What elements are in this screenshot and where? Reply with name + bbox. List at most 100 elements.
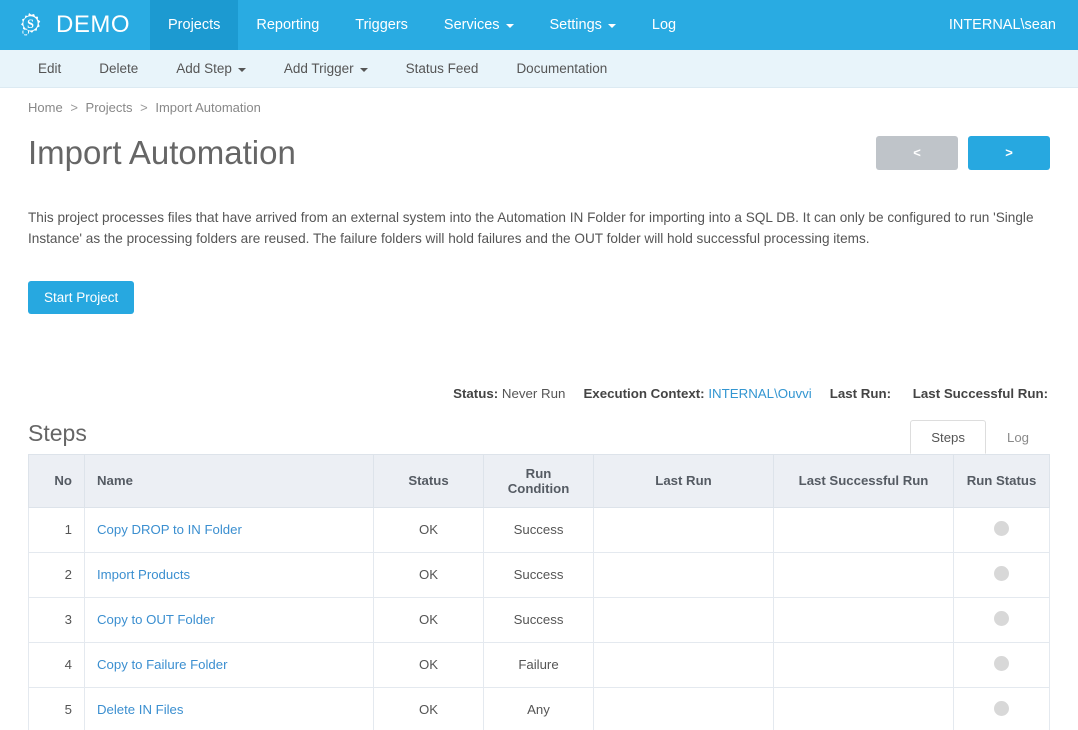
step-link[interactable]: Import Products [97, 567, 190, 582]
project-status-line: Status: Never Run Execution Context: INTE… [28, 386, 1050, 401]
execution-context-group: Execution Context: INTERNAL\Ouvvi [583, 386, 811, 401]
cell-no: 4 [28, 641, 85, 688]
cell-run-status [953, 506, 1050, 553]
steps-header: Steps Steps Log [28, 419, 1050, 454]
table-row: 1 Copy DROP to IN Folder OK Success [28, 506, 1050, 553]
cell-condition: Success [483, 551, 594, 598]
cell-no: 5 [28, 686, 85, 730]
column-header-run-condition[interactable]: Run Condition [483, 453, 594, 508]
toolbar-label: Documentation [516, 61, 608, 76]
top-navbar: S DEMO Projects Reporting Triggers Servi… [0, 0, 1078, 50]
start-project-button[interactable]: Start Project [28, 280, 135, 314]
cell-run-status [953, 596, 1050, 643]
brand-logo[interactable]: S [0, 0, 52, 50]
column-header-no[interactable]: No [28, 453, 85, 508]
breadcrumb-item-projects[interactable]: Projects [86, 100, 133, 115]
cell-status: OK [373, 551, 484, 598]
cell-condition: Success [483, 596, 594, 643]
previous-project-button[interactable]: < [876, 135, 958, 170]
page-title: Import Automation [28, 134, 296, 171]
current-user[interactable]: INTERNAL\sean [949, 0, 1078, 50]
brand-title[interactable]: DEMO [52, 0, 150, 50]
cell-name: Copy DROP to IN Folder [84, 506, 374, 553]
cell-condition: Failure [483, 641, 594, 688]
steps-table-head: No Name Status Run Condition Last Run La… [28, 453, 1050, 508]
tab-steps[interactable]: Steps [910, 419, 986, 454]
table-row: 2 Import Products OK Success [28, 551, 1050, 598]
nav-item-projects[interactable]: Projects [150, 0, 239, 50]
cell-no: 2 [28, 551, 85, 598]
column-header-name[interactable]: Name [84, 453, 374, 508]
nav-item-reporting[interactable]: Reporting [238, 0, 337, 50]
last-run-label: Last Run: [829, 385, 892, 401]
last-successful-run-label: Last Successful Run: [912, 385, 1048, 401]
toolbar-label: Add Step [176, 61, 232, 76]
steps-log-tabs: Steps Log [910, 419, 1050, 454]
step-link[interactable]: Delete IN Files [97, 702, 183, 717]
nav-item-triggers[interactable]: Triggers [337, 0, 426, 50]
cell-status: OK [373, 506, 484, 553]
chevron-down-icon [237, 67, 246, 72]
steps-table-body: 1 Copy DROP to IN Folder OK Success 2 Im… [28, 506, 1050, 730]
step-link[interactable]: Copy to Failure Folder [97, 657, 227, 672]
toolbar-item-edit[interactable]: Edit [28, 61, 80, 76]
status-label: Status: [453, 385, 499, 401]
cell-status: OK [373, 596, 484, 643]
secondary-toolbar: Edit Delete Add Step Add Trigger Status … [0, 50, 1078, 88]
toolbar-item-add-trigger[interactable]: Add Trigger [265, 61, 387, 76]
toolbar-item-add-step[interactable]: Add Step [157, 61, 265, 76]
tab-log[interactable]: Log [986, 420, 1050, 454]
nav-item-log[interactable]: Log [634, 0, 694, 50]
breadcrumb-separator: > [140, 100, 148, 115]
cell-name: Import Products [84, 551, 374, 598]
project-description: This project processes files that have a… [28, 209, 1034, 246]
breadcrumb-separator: > [70, 100, 78, 115]
toolbar-item-delete[interactable]: Delete [80, 61, 157, 76]
page-header: Import Automation < > [28, 121, 1050, 173]
column-header-run-status[interactable]: Run Status [953, 453, 1050, 508]
cell-run-status [953, 551, 1050, 598]
breadcrumb: Home > Projects > Import Automation [28, 88, 1050, 121]
toolbar-item-status-feed[interactable]: Status Feed [387, 61, 498, 76]
column-header-status[interactable]: Status [373, 453, 484, 508]
run-status-indicator-icon [994, 610, 1009, 626]
execution-context-label: Execution Context: [583, 385, 705, 401]
toolbar-item-documentation[interactable]: Documentation [497, 61, 626, 76]
column-header-last-successful-run[interactable]: Last Successful Run [773, 453, 954, 508]
toolbar-label: Edit [38, 61, 62, 76]
gear-s-logo-icon: S [21, 13, 41, 36]
last-successful-run-group: Last Successful Run: [913, 386, 1048, 401]
status-value: Never Run [501, 385, 566, 401]
next-project-button[interactable]: > [968, 135, 1050, 170]
cell-name: Delete IN Files [84, 686, 374, 730]
cell-last-run [593, 596, 774, 643]
steps-table: No Name Status Run Condition Last Run La… [28, 453, 1050, 730]
table-row: 4 Copy to Failure Folder OK Failure [28, 641, 1050, 688]
execution-context-value[interactable]: INTERNAL\Ouvvi [708, 386, 811, 401]
cell-status: OK [373, 641, 484, 688]
primary-nav: Projects Reporting Triggers Services Set… [150, 0, 694, 50]
step-link[interactable]: Copy DROP to IN Folder [97, 522, 242, 537]
cell-last-run [593, 641, 774, 688]
breadcrumb-item-current[interactable]: Import Automation [155, 100, 261, 115]
step-link[interactable]: Copy to OUT Folder [97, 612, 215, 627]
run-status-indicator-icon [994, 520, 1009, 536]
cell-condition: Success [483, 506, 594, 553]
cell-last-successful-run [773, 506, 954, 553]
nav-item-services[interactable]: Services [426, 0, 532, 50]
run-status-indicator-icon [994, 700, 1009, 716]
cell-name: Copy to Failure Folder [84, 641, 374, 688]
cell-last-successful-run [773, 686, 954, 730]
cell-no: 3 [28, 596, 85, 643]
table-row: 5 Delete IN Files OK Any [28, 686, 1050, 730]
nav-item-settings[interactable]: Settings [532, 0, 634, 50]
nav-label: Log [651, 17, 677, 33]
column-header-last-run[interactable]: Last Run [593, 453, 774, 508]
run-status-indicator-icon [994, 655, 1009, 671]
cell-last-successful-run [773, 641, 954, 688]
nav-label: Projects [168, 17, 221, 33]
nav-label: Services [443, 17, 500, 33]
run-status-indicator-icon [994, 565, 1009, 581]
breadcrumb-item-home[interactable]: Home [28, 100, 63, 115]
chevron-down-icon [505, 24, 514, 28]
